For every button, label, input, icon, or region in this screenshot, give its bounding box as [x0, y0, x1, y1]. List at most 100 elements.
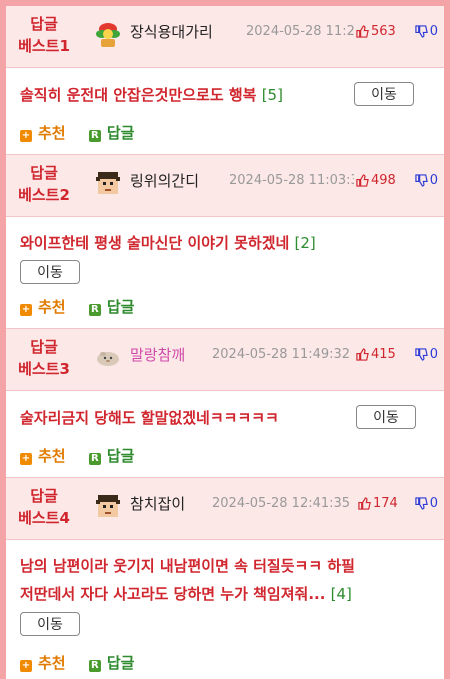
downvote-button[interactable]: 0 — [415, 496, 438, 511]
rank-number: 베스트3 — [18, 360, 70, 378]
recommend-label: 추천 — [38, 447, 66, 465]
thumbs-up-icon — [356, 174, 369, 187]
move-button[interactable]: 이동 — [20, 260, 80, 284]
downvote-button[interactable]: 0 — [415, 173, 438, 188]
reply-label: 답글 — [106, 447, 135, 465]
move-button[interactable]: 이동 — [20, 612, 80, 636]
post-date: 2024-05-28 11:03:34 — [229, 173, 368, 188]
thumbs-up-icon — [358, 497, 371, 510]
rank-badge: 답글 베스트1 — [12, 13, 76, 57]
reply-count: [5] — [261, 86, 283, 104]
reply-label: 답글 — [106, 298, 135, 316]
best-reply-card: 답글 베스트2 링위의간디 2024-05-28 11:03:34 498 0 — [6, 155, 444, 329]
plus-icon: + — [20, 453, 32, 465]
reply-title-line2: 저딴데서 자다 사고라도 당하면 누가 책임져줘... — [20, 585, 326, 603]
recommend-label: 추천 — [38, 298, 66, 316]
reply-title[interactable]: 남의 남편이라 웃기지 내남편이면 속 터질듯ㅋㅋ 하필 저딴데서 자다 사고라… — [20, 552, 355, 608]
upvote-button[interactable]: 498 — [354, 173, 396, 188]
reply-title-line1: 남의 남편이라 웃기지 내남편이면 속 터질듯ㅋㅋ 하필 — [20, 557, 355, 575]
best-replies-list: 답글 베스트1 장식용대가리 2024-05-28 11:28:57 563 0… — [6, 6, 444, 679]
reply-title[interactable]: 와이프한테 평생 술마신단 이야기 못하겠네 [2] — [20, 229, 316, 257]
nickname[interactable]: 장식용대가리 — [130, 21, 213, 42]
reply-icon: R — [88, 453, 101, 465]
recommend-button[interactable]: + 추천 — [20, 445, 66, 466]
thumbs-up-icon — [356, 348, 369, 361]
upvote-count: 415 — [371, 347, 396, 362]
rank-number: 베스트4 — [18, 509, 70, 527]
rank-label: 답글 — [30, 487, 58, 505]
move-button[interactable]: 이동 — [356, 405, 416, 429]
nickname[interactable]: 링위의간디 — [130, 170, 199, 191]
recommend-label: 추천 — [38, 124, 66, 142]
reply-header: 답글 베스트1 장식용대가리 2024-05-28 11:28:57 563 0 — [6, 6, 444, 68]
best-reply-card: 답글 베스트1 장식용대가리 2024-05-28 11:28:57 563 0… — [6, 6, 444, 155]
reply-header: 답글 베스트2 링위의간디 2024-05-28 11:03:34 498 0 — [6, 155, 444, 217]
flower-pot-avatar-icon[interactable] — [94, 20, 122, 48]
reply-title-text: 와이프한테 평생 술마신단 이야기 못하겠네 — [20, 234, 290, 252]
downvote-count: 0 — [429, 24, 438, 39]
thumbs-down-icon — [415, 497, 428, 510]
reply-actions: + 추천 R 답글 — [20, 296, 152, 317]
reply-icon: R — [88, 304, 101, 316]
thumbs-down-icon — [415, 174, 428, 187]
reply-title-text: 솔직히 운전대 안잡은것만으로도 행복 — [20, 86, 257, 104]
thumbs-down-icon — [415, 348, 428, 361]
upvote-count: 174 — [373, 496, 398, 511]
rank-label: 답글 — [30, 338, 58, 356]
rank-number: 베스트1 — [18, 37, 70, 55]
sesame-avatar-icon[interactable] — [94, 343, 122, 371]
recommend-button[interactable]: + 추천 — [20, 122, 66, 143]
nickname[interactable]: 참치잡이 — [130, 493, 185, 514]
reply-count: [4] — [330, 585, 352, 603]
post-date: 2024-05-28 12:41:35 — [212, 496, 351, 511]
rank-badge: 답글 베스트3 — [12, 336, 76, 380]
pixel-face-avatar-icon[interactable] — [94, 492, 122, 520]
reply-title[interactable]: 솔직히 운전대 안잡은것만으로도 행복 [5] — [20, 81, 283, 109]
reply-actions: + 추천 R 답글 — [20, 652, 152, 673]
rank-badge: 답글 베스트4 — [12, 485, 76, 529]
recommend-button[interactable]: + 추천 — [20, 652, 66, 673]
upvote-button[interactable]: 174 — [356, 496, 398, 511]
rank-label: 답글 — [30, 164, 58, 182]
downvote-button[interactable]: 0 — [415, 24, 438, 39]
reply-icon: R — [88, 130, 101, 142]
plus-icon: + — [20, 304, 32, 316]
reply-header: 답글 베스트3 말랑참깨 2024-05-28 11:49:32 415 0 — [6, 329, 444, 391]
best-reply-card: 답글 베스트3 말랑참깨 2024-05-28 11:49:32 415 0 술… — [6, 329, 444, 478]
plus-icon: + — [20, 660, 32, 672]
reply-title-text: 술자리금지 당해도 할말없겠네ㅋㅋㅋㅋㅋ — [20, 409, 279, 427]
reply-button[interactable]: R 답글 — [88, 122, 135, 143]
reply-button[interactable]: R 답글 — [88, 296, 135, 317]
post-date: 2024-05-28 11:49:32 — [212, 347, 351, 362]
rank-label: 답글 — [30, 15, 58, 33]
recommend-label: 추천 — [38, 654, 66, 672]
upvote-count: 498 — [371, 173, 396, 188]
reply-actions: + 추천 R 답글 — [20, 122, 152, 143]
downvote-count: 0 — [429, 347, 438, 362]
reply-label: 답글 — [106, 654, 135, 672]
rank-badge: 답글 베스트2 — [12, 162, 76, 206]
plus-icon: + — [20, 130, 32, 142]
move-button[interactable]: 이동 — [354, 82, 414, 106]
reply-header: 답글 베스트4 참치잡이 2024-05-28 12:41:35 174 0 — [6, 478, 444, 540]
downvote-count: 0 — [429, 496, 438, 511]
upvote-button[interactable]: 563 — [354, 24, 396, 39]
thumbs-up-icon — [356, 25, 369, 38]
reply-title[interactable]: 술자리금지 당해도 할말없겠네ㅋㅋㅋㅋㅋ — [20, 404, 279, 432]
reply-label: 답글 — [106, 124, 135, 142]
upvote-count: 563 — [371, 24, 396, 39]
rank-number: 베스트2 — [18, 186, 70, 204]
pixel-face-avatar-icon[interactable] — [94, 169, 122, 197]
reply-actions: + 추천 R 답글 — [20, 445, 152, 466]
reply-button[interactable]: R 답글 — [88, 652, 135, 673]
reply-icon: R — [88, 660, 101, 672]
best-reply-card: 답글 베스트4 참치잡이 2024-05-28 12:41:35 174 0 남… — [6, 478, 444, 679]
nickname[interactable]: 말랑참깨 — [130, 344, 185, 365]
thumbs-down-icon — [415, 25, 428, 38]
reply-count: [2] — [294, 234, 316, 252]
upvote-button[interactable]: 415 — [354, 347, 396, 362]
downvote-button[interactable]: 0 — [415, 347, 438, 362]
reply-button[interactable]: R 답글 — [88, 445, 135, 466]
recommend-button[interactable]: + 추천 — [20, 296, 66, 317]
downvote-count: 0 — [429, 173, 438, 188]
